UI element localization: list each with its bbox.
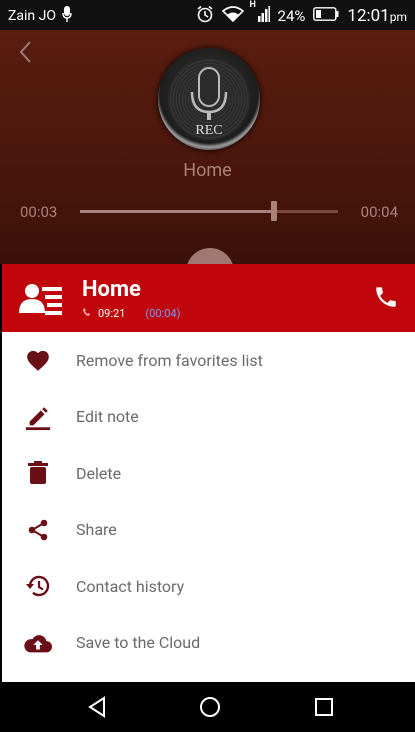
trash-icon xyxy=(24,459,52,487)
cloud-upload-icon xyxy=(24,629,52,657)
elapsed-time: 00:03 xyxy=(20,203,58,221)
menu-item-contact-history[interactable]: Contact history xyxy=(2,558,415,615)
seek-fill xyxy=(80,210,274,213)
options-menu: Remove from favorites list Edit note Del… xyxy=(2,332,415,671)
menu-label: Remove from favorites list xyxy=(76,350,263,370)
menu-label: Share xyxy=(76,520,117,540)
microphone-icon xyxy=(62,6,72,26)
menu-item-edit-note[interactable]: Edit note xyxy=(2,389,415,446)
clock: 12:01pm xyxy=(347,6,407,26)
home-circle-icon[interactable] xyxy=(197,694,223,720)
menu-label: Delete xyxy=(76,463,122,483)
call-time: 09:21 xyxy=(98,307,126,320)
call-duration: (00:04) xyxy=(145,307,181,320)
rec-logo-text: REC xyxy=(195,123,222,138)
menu-item-save-cloud[interactable]: Save to the Cloud xyxy=(2,615,415,672)
outgoing-call-icon xyxy=(82,307,92,320)
menu-item-remove-favorite[interactable]: Remove from favorites list xyxy=(2,332,415,389)
menu-item-share[interactable]: Share xyxy=(2,502,415,559)
wifi-icon xyxy=(221,6,244,26)
total-time: 00:04 xyxy=(360,203,398,221)
phone-icon[interactable] xyxy=(373,284,399,310)
navigation-bar xyxy=(0,682,415,732)
alarm-icon xyxy=(196,5,214,27)
player-panel: REC Home 00:03 00:04 xyxy=(0,30,415,296)
rec-logo: REC xyxy=(158,48,260,150)
menu-label: Edit note xyxy=(76,407,139,427)
menu-label: Save to the Cloud xyxy=(76,633,201,653)
heart-icon xyxy=(24,346,52,374)
seek-thumb[interactable] xyxy=(270,201,277,221)
battery-label: 24% xyxy=(277,7,306,25)
pencil-icon xyxy=(24,403,52,431)
call-meta: 09:21 (00:04) xyxy=(82,307,180,320)
menu-item-delete[interactable]: Delete xyxy=(2,445,415,502)
back-chevron-icon[interactable] xyxy=(18,40,32,69)
battery-icon xyxy=(313,7,339,25)
options-sheet: Home 09:21 (00:04) Remove from favorites… xyxy=(2,264,415,682)
contact-list-icon xyxy=(18,281,64,317)
player-title: Home xyxy=(183,160,232,181)
carrier-label: Zain JO xyxy=(8,8,56,24)
seek-bar[interactable]: 00:03 00:04 xyxy=(20,201,400,221)
status-bar: Zain JO H 24% 12:01pm xyxy=(0,0,415,30)
contact-header: Home 09:21 (00:04) xyxy=(2,264,415,332)
seek-track[interactable] xyxy=(80,201,338,221)
share-icon xyxy=(24,516,52,544)
contact-name: Home xyxy=(82,277,141,302)
menu-label: Contact history xyxy=(76,576,185,596)
history-icon xyxy=(24,572,52,600)
network-type-label: H xyxy=(249,0,256,10)
signal-icon: H xyxy=(250,0,270,26)
back-triangle-icon[interactable] xyxy=(84,694,110,720)
recents-square-icon[interactable] xyxy=(311,694,337,720)
